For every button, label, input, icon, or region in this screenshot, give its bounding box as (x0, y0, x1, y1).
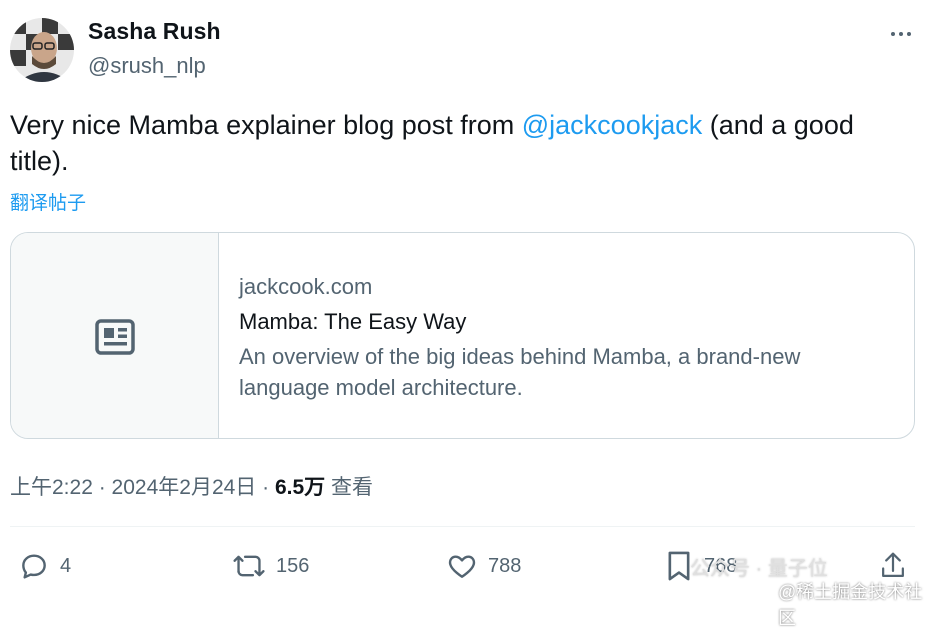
tweet-time[interactable]: 上午2:22 (10, 476, 93, 499)
tweet-date[interactable]: 2024年2月24日 (112, 476, 257, 499)
watermark-wechat: 公众号 · 量子位 (690, 558, 828, 580)
views-label: 查看 (325, 476, 374, 499)
divider (10, 526, 915, 527)
author-handle[interactable]: @srush_nlp (88, 53, 206, 79)
like-button[interactable]: 788 (446, 546, 521, 586)
retweet-button[interactable]: 156 (232, 546, 309, 586)
card-thumbnail (11, 233, 219, 438)
card-description: An overview of the big ideas behind Mamb… (239, 344, 801, 400)
card-domain: jackcook.com (239, 274, 373, 299)
tweet-text-before: Very nice Mamba explainer blog post from (10, 110, 522, 140)
watermark-juejin: @稀土掘金技术社区 (778, 582, 923, 628)
translate-link[interactable]: 翻译帖子 (10, 188, 86, 215)
author-name[interactable]: Sasha Rush (88, 18, 221, 45)
like-count: 788 (488, 554, 522, 577)
reply-count: 4 (60, 554, 72, 577)
heart-icon (448, 555, 476, 578)
link-card[interactable]: jackcook.com Mamba: The Easy Way An over… (10, 232, 915, 439)
card-title: Mamba: The Easy Way (239, 309, 467, 334)
reply-button[interactable]: 4 (18, 546, 71, 586)
avatar[interactable] (10, 18, 74, 82)
views-count: 6.5万 (274, 476, 326, 499)
meta-separator: · (256, 476, 275, 499)
retweet-count: 156 (276, 554, 310, 577)
more-horizontal-icon[interactable] (889, 22, 913, 53)
article-icon (95, 319, 135, 355)
reply-icon (22, 554, 46, 579)
tweet-meta: 上午2:22 · 2024年2月24日 · 6.5万 查看 (10, 471, 373, 501)
tweet-text: Very nice Mamba explainer blog post from… (10, 107, 900, 179)
meta-separator: · (92, 476, 112, 499)
retweet-icon (233, 555, 265, 577)
mention-link[interactable]: @jackcookjack (522, 110, 702, 140)
